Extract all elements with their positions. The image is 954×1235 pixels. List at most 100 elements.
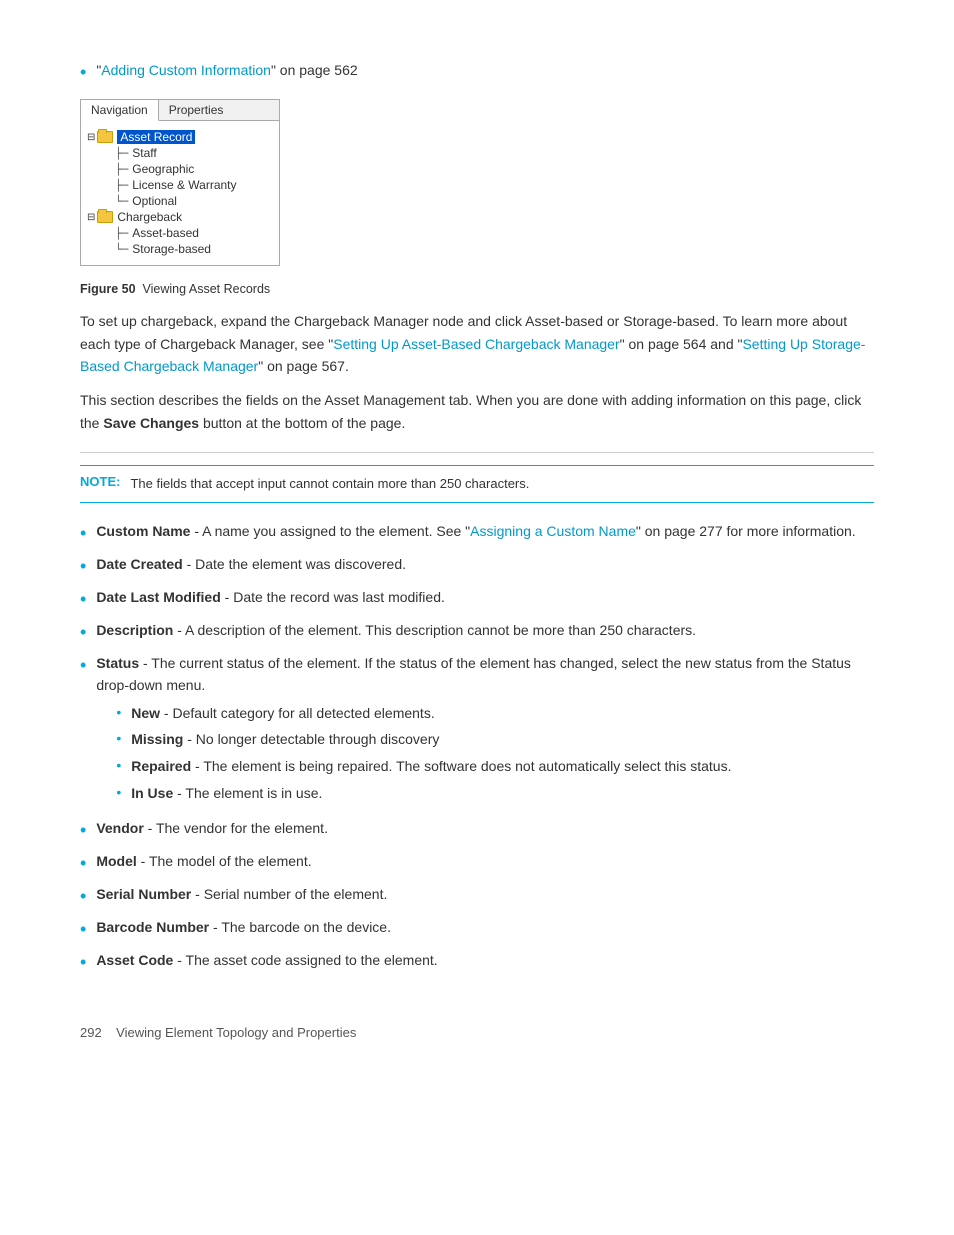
- description-desc: Description - A description of the eleme…: [96, 620, 696, 642]
- tree-line: └─: [115, 195, 128, 208]
- bullet-dot-icon: •: [80, 917, 86, 942]
- sub-item-in-use: • In Use - The element is in use.: [116, 783, 874, 805]
- tree-line: ├─: [115, 163, 128, 176]
- bullet-dot-icon: •: [80, 587, 86, 612]
- tree-line: ├─: [115, 147, 128, 160]
- sub-bullet-dot: •: [116, 756, 121, 776]
- vendor-label: Vendor: [96, 820, 143, 836]
- status-label: Status: [96, 655, 139, 671]
- properties-tab[interactable]: Properties: [159, 100, 234, 120]
- bullet-dot-icon: •: [80, 554, 86, 579]
- page-footer: 292 Viewing Element Topology and Propert…: [80, 1025, 874, 1040]
- tree-line: ├─: [115, 179, 128, 192]
- geographic-label: Geographic: [132, 162, 194, 176]
- asset-based-chargeback-link[interactable]: Setting Up Asset-Based Chargeback Manage…: [333, 336, 619, 352]
- nav-panel-body: ⊟ Asset Record ├─ Staff ├─ Geographic ├─…: [81, 121, 279, 265]
- date-modified-label: Date Last Modified: [96, 589, 220, 605]
- tree-line-3: ├─: [115, 227, 128, 240]
- in-use-desc: In Use - The element is in use.: [131, 783, 322, 805]
- vendor-desc: Vendor - The vendor for the element.: [96, 818, 328, 840]
- asset-code-label: Asset Code: [96, 952, 173, 968]
- bullet-dot-icon: •: [80, 950, 86, 975]
- figure-number: Figure 50: [80, 282, 136, 296]
- sub-bullet-dot: •: [116, 703, 121, 723]
- missing-desc: Missing - No longer detectable through d…: [131, 729, 439, 751]
- expand-icon-2: ⊟: [87, 212, 95, 223]
- folder-icon: [97, 131, 113, 143]
- tree-child-storage-based[interactable]: └─ Storage-based: [115, 241, 273, 257]
- date-created-label: Date Created: [96, 556, 182, 572]
- list-item-status: • Status - The current status of the ele…: [80, 653, 874, 809]
- body-paragraph-2: This section describes the fields on the…: [80, 389, 874, 434]
- tree-line-4: └─: [115, 243, 128, 256]
- tree-child-optional[interactable]: └─ Optional: [115, 193, 273, 209]
- repaired-desc: Repaired - The element is being repaired…: [131, 756, 731, 778]
- save-changes-bold: Save Changes: [103, 415, 199, 431]
- status-desc: Status - The current status of the eleme…: [96, 655, 851, 693]
- tree-root-asset-record[interactable]: ⊟ Asset Record: [87, 129, 273, 145]
- description-label: Description: [96, 622, 173, 638]
- nav-panel-tabs: Navigation Properties: [81, 100, 279, 121]
- sub-item-repaired: • Repaired - The element is being repair…: [116, 756, 874, 778]
- bullet-dot-icon: •: [80, 851, 86, 876]
- tree-child-staff[interactable]: ├─ Staff: [115, 145, 273, 161]
- footer-text: Viewing Element Topology and Properties: [116, 1025, 356, 1040]
- bullet-dot-icon: •: [80, 620, 86, 645]
- date-created-desc: Date Created - Date the element was disc…: [96, 554, 406, 576]
- staff-label: Staff: [132, 146, 156, 160]
- page-number: 292: [80, 1025, 102, 1040]
- list-item-serial-number: • Serial Number - Serial number of the e…: [80, 884, 874, 909]
- custom-name-label: Custom Name: [96, 523, 190, 539]
- custom-name-desc: Custom Name - A name you assigned to the…: [96, 521, 855, 543]
- note-label: NOTE:: [80, 474, 120, 489]
- bullet-dot-icon: •: [80, 653, 86, 678]
- intro-bullet-text: "Adding Custom Information" on page 562: [96, 60, 357, 82]
- model-label: Model: [96, 853, 136, 869]
- serial-number-desc: Serial Number - Serial number of the ele…: [96, 884, 387, 906]
- divider: [80, 452, 874, 453]
- bullet-dot-icon: •: [80, 521, 86, 546]
- list-item-vendor: • Vendor - The vendor for the element.: [80, 818, 874, 843]
- list-item-barcode-number: • Barcode Number - The barcode on the de…: [80, 917, 874, 942]
- assigning-custom-name-link[interactable]: Assigning a Custom Name: [470, 523, 636, 539]
- intro-bullet: • "Adding Custom Information" on page 56…: [80, 60, 874, 85]
- bullet-dot-icon: •: [80, 60, 86, 85]
- tree-root-chargeback[interactable]: ⊟ Chargeback: [87, 209, 273, 225]
- nav-panel: Navigation Properties ⊟ Asset Record ├─ …: [80, 99, 280, 266]
- barcode-number-desc: Barcode Number - The barcode on the devi…: [96, 917, 391, 939]
- body-paragraph-1: To set up chargeback, expand the Chargeb…: [80, 310, 874, 377]
- list-item-model: • Model - The model of the element.: [80, 851, 874, 876]
- field-list: • Custom Name - A name you assigned to t…: [80, 521, 874, 976]
- list-item-description: • Description - A description of the ele…: [80, 620, 874, 645]
- expand-icon: ⊟: [87, 132, 95, 143]
- adding-custom-info-link[interactable]: Adding Custom Information: [101, 62, 271, 78]
- note-box: NOTE: The fields that accept input canno…: [80, 465, 874, 503]
- bullet-dot-icon: •: [80, 884, 86, 909]
- list-item-custom-name: • Custom Name - A name you assigned to t…: [80, 521, 874, 546]
- asset-code-desc: Asset Code - The asset code assigned to …: [96, 950, 437, 972]
- status-sub-list: • New - Default category for all detecte…: [96, 703, 874, 805]
- tree-child-license[interactable]: ├─ License & Warranty: [115, 177, 273, 193]
- navigation-tab[interactable]: Navigation: [81, 100, 159, 121]
- model-desc: Model - The model of the element.: [96, 851, 311, 873]
- list-item-date-created: • Date Created - Date the element was di…: [80, 554, 874, 579]
- figure-caption: Figure 50 Viewing Asset Records: [80, 282, 874, 296]
- new-desc: New - Default category for all detected …: [131, 703, 435, 725]
- status-content: Status - The current status of the eleme…: [96, 653, 874, 809]
- serial-number-label: Serial Number: [96, 886, 191, 902]
- tree-child-geographic[interactable]: ├─ Geographic: [115, 161, 273, 177]
- tree-child-asset-based[interactable]: ├─ Asset-based: [115, 225, 273, 241]
- storage-based-label: Storage-based: [132, 242, 211, 256]
- list-item-asset-code: • Asset Code - The asset code assigned t…: [80, 950, 874, 975]
- folder-icon-2: [97, 211, 113, 223]
- asset-based-label: Asset-based: [132, 226, 199, 240]
- date-modified-desc: Date Last Modified - Date the record was…: [96, 587, 445, 609]
- barcode-number-label: Barcode Number: [96, 919, 209, 935]
- chargeback-label: Chargeback: [117, 210, 182, 224]
- figure-text: Viewing Asset Records: [143, 282, 271, 296]
- sub-item-missing: • Missing - No longer detectable through…: [116, 729, 874, 751]
- sub-bullet-dot: •: [116, 783, 121, 803]
- bullet-dot-icon: •: [80, 818, 86, 843]
- sub-item-new: • New - Default category for all detecte…: [116, 703, 874, 725]
- optional-label: Optional: [132, 194, 177, 208]
